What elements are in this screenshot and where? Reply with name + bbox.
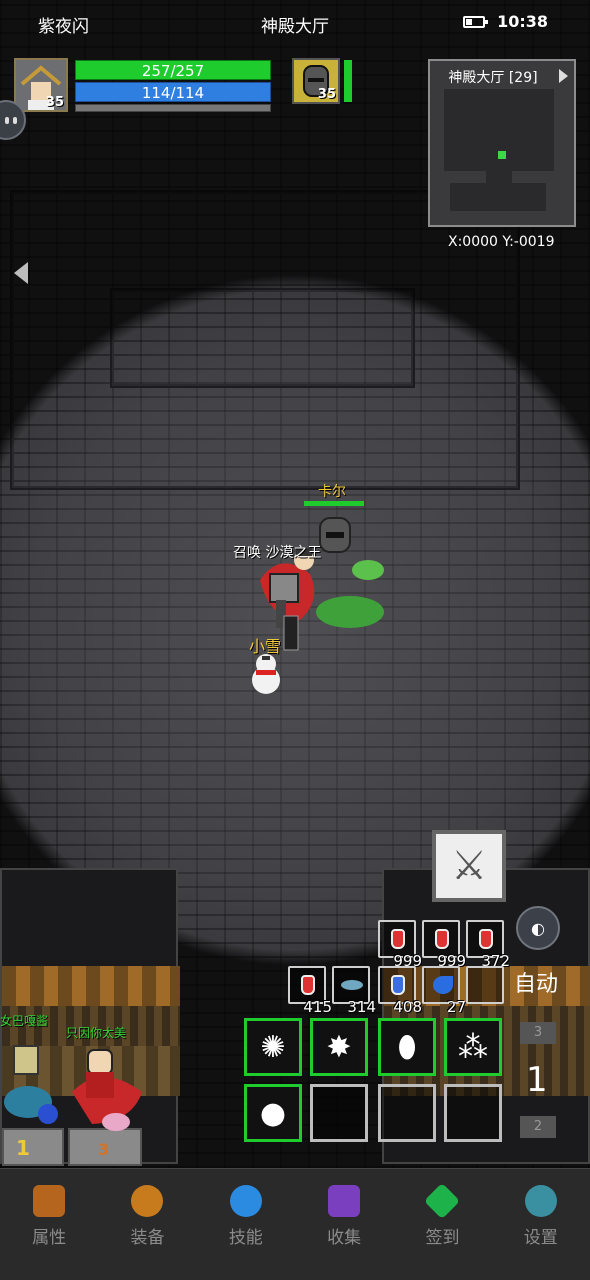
target-lock-button[interactable]: ◐ bbox=[516, 906, 560, 950]
burst-skill-icon: ✺ bbox=[260, 1029, 286, 1065]
status-right: 10:38 bbox=[463, 12, 548, 31]
red-potion-icon bbox=[391, 929, 405, 949]
companion-name-label: 小雪 bbox=[249, 637, 282, 656]
fish-icon bbox=[341, 980, 363, 990]
item-count: 27 bbox=[446, 998, 466, 1016]
other-player-sprites[interactable] bbox=[2, 1032, 162, 1132]
coordinates: X:0000 Y:-0019 bbox=[448, 234, 555, 250]
auto-toggle-button[interactable]: 自动 bbox=[514, 966, 558, 998]
battery-icon bbox=[463, 15, 489, 28]
blue-potion-icon bbox=[391, 975, 405, 995]
skill-slot-6[interactable] bbox=[310, 1084, 368, 1142]
food-count: 314 bbox=[347, 998, 376, 1016]
other-player-2-name: 只因你太美 bbox=[66, 1026, 127, 1040]
helmet-icon bbox=[33, 1185, 66, 1217]
skill-slot-4[interactable]: ⁂ bbox=[444, 1018, 502, 1076]
player-level: 35 bbox=[45, 95, 64, 110]
skill-slot-2[interactable]: ✸ bbox=[310, 1018, 368, 1076]
minimap-title: 神殿大厅 [29] bbox=[448, 70, 538, 86]
nav-checkin[interactable]: 签到 bbox=[393, 1169, 491, 1280]
left-arrow-icon[interactable] bbox=[14, 262, 28, 284]
item-slot[interactable]: 27 bbox=[422, 966, 466, 1016]
potion-slot[interactable]: 415 bbox=[288, 966, 332, 1016]
skill-page-up-button[interactable]: 3 bbox=[520, 1022, 556, 1044]
nav-attributes[interactable]: 属性 bbox=[0, 1169, 98, 1280]
nav-label: 技能 bbox=[228, 1228, 263, 1248]
skill-page-number: 1 bbox=[526, 1060, 548, 1100]
skill-slot-5[interactable]: ● bbox=[244, 1084, 302, 1142]
pet-portrait[interactable]: 35 bbox=[292, 58, 340, 104]
nav-equipment[interactable]: 装备 bbox=[98, 1169, 196, 1280]
mp-bar: 114/114 bbox=[75, 82, 271, 102]
nav-settings[interactable]: 设置 bbox=[492, 1169, 590, 1280]
podium-rank-1: 1 bbox=[16, 1136, 30, 1160]
gem-icon bbox=[424, 1182, 461, 1220]
skill-slot-8[interactable] bbox=[444, 1084, 502, 1142]
nav-label: 签到 bbox=[425, 1228, 460, 1248]
potion-slot[interactable]: 408 bbox=[378, 966, 422, 1016]
summon-label: 召唤 沙漠之王 bbox=[233, 545, 322, 561]
other-player-1-name: 女巴嘎酱 bbox=[0, 1014, 49, 1028]
podium-rank-3: 3 bbox=[98, 1140, 110, 1159]
xp-bar bbox=[75, 104, 271, 112]
pet-hp-bar bbox=[344, 60, 352, 102]
red-potion-icon bbox=[301, 975, 315, 995]
red-potion-icon bbox=[479, 929, 493, 949]
bag-icon bbox=[131, 1185, 164, 1217]
empty-item-slot[interactable] bbox=[466, 966, 504, 1004]
shield-skill-icon: ⬮ bbox=[397, 1029, 417, 1065]
target-icon: ◐ bbox=[531, 918, 545, 938]
skill-slot-1[interactable]: ✺ bbox=[244, 1018, 302, 1076]
nav-skills[interactable]: 技能 bbox=[197, 1169, 295, 1280]
minimap-player-marker bbox=[498, 151, 506, 159]
status-bar: 紫夜闪 神殿大厅 10:38 bbox=[0, 0, 590, 46]
red-potion-icon bbox=[435, 929, 449, 949]
gear-icon bbox=[524, 1185, 557, 1217]
potion-slot[interactable]: 999 bbox=[378, 920, 422, 970]
food-slot[interactable]: 314 bbox=[332, 966, 376, 1016]
weapon-attack-button[interactable]: ⚔ bbox=[432, 830, 506, 902]
minimap-expand-icon[interactable] bbox=[559, 69, 568, 83]
feather-icon bbox=[433, 976, 453, 994]
skill-page-down-button[interactable]: 2 bbox=[520, 1116, 556, 1138]
pet-health-bar bbox=[304, 501, 364, 506]
player-portrait[interactable]: 35 bbox=[14, 58, 68, 112]
collection-icon bbox=[328, 1185, 361, 1217]
bottom-nav: 属性 装备 技能 收集 签到 设置 bbox=[0, 1168, 590, 1280]
pet-level: 35 bbox=[317, 87, 336, 102]
nav-label: 属性 bbox=[32, 1228, 67, 1248]
potion-slot[interactable]: 999 bbox=[422, 920, 466, 970]
orb-skill-icon: ● bbox=[259, 1095, 287, 1131]
minimap-room-bottom bbox=[450, 183, 546, 211]
clock: 10:38 bbox=[497, 12, 548, 31]
pet-name-label: 卡尔 bbox=[318, 484, 346, 500]
nav-label: 装备 bbox=[130, 1228, 165, 1248]
potion-count: 415 bbox=[303, 998, 332, 1016]
crossed-swords-icon: ⚔ bbox=[451, 843, 487, 889]
shatter-skill-icon: ✸ bbox=[326, 1029, 352, 1065]
skill-orb-icon bbox=[229, 1185, 262, 1217]
nav-collection[interactable]: 收集 bbox=[295, 1169, 393, 1280]
potion-slot[interactable]: 372 bbox=[466, 920, 510, 970]
skill-slot-3[interactable]: ⬮ bbox=[378, 1018, 436, 1076]
nav-label: 设置 bbox=[523, 1228, 558, 1248]
nav-label: 收集 bbox=[327, 1228, 362, 1248]
minimap[interactable]: 神殿大厅 [29] bbox=[428, 59, 576, 227]
hp-bar: 257/257 bbox=[75, 60, 271, 80]
rain-skill-icon: ⁂ bbox=[458, 1029, 488, 1065]
potion-count: 408 bbox=[393, 998, 422, 1016]
skill-slot-7[interactable] bbox=[378, 1084, 436, 1142]
